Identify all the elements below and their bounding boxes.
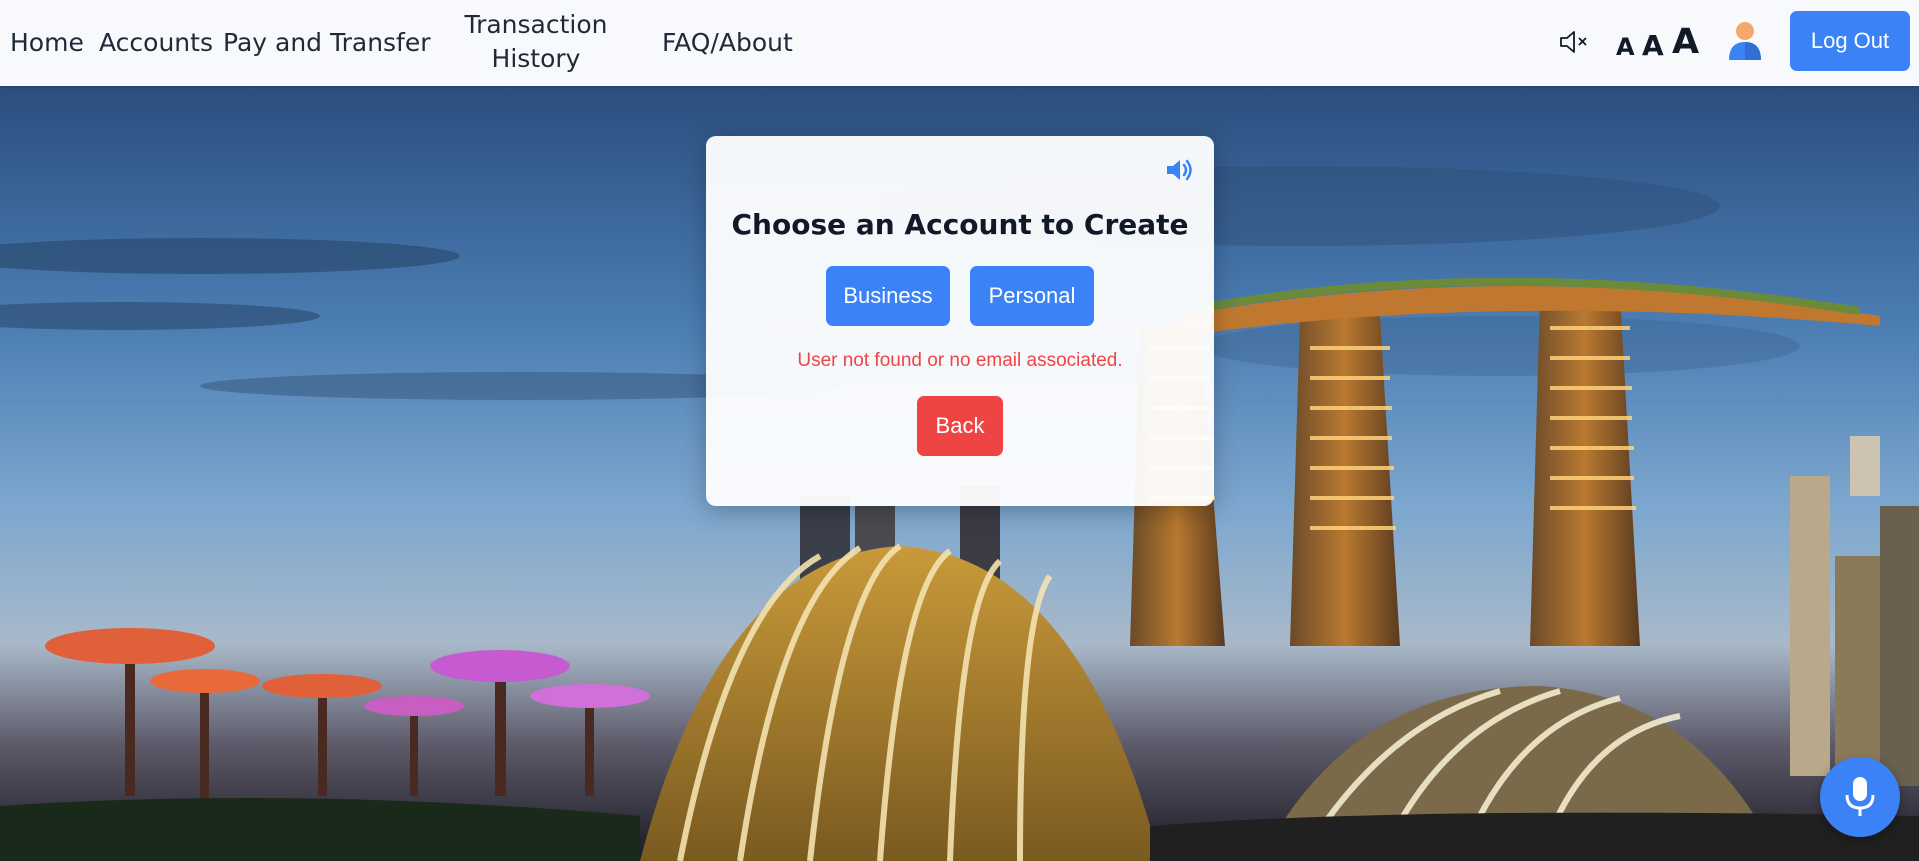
back-button[interactable]: Back xyxy=(917,396,1003,456)
create-account-modal: Choose an Account to Create Business Per… xyxy=(706,136,1214,506)
page: Home Accounts Pay and Transfer Transacti… xyxy=(0,0,1919,861)
nav-accounts[interactable]: Accounts xyxy=(99,26,213,60)
speaker-muted-icon[interactable] xyxy=(1557,27,1589,57)
nav-transaction-history[interactable]: Transaction History xyxy=(460,8,612,76)
nav-faq-about[interactable]: FAQ/About xyxy=(662,26,793,60)
microphone-button[interactable] xyxy=(1820,757,1900,837)
nav-transaction-history-line2: History xyxy=(491,44,581,73)
nav-home[interactable]: Home xyxy=(10,26,84,60)
user-avatar-icon[interactable] xyxy=(1727,20,1763,62)
font-size-medium-button[interactable]: A xyxy=(1642,29,1664,62)
font-size-small-button[interactable]: A xyxy=(1616,33,1635,61)
error-message: User not found or no email associated. xyxy=(797,350,1123,371)
log-out-button[interactable]: Log Out xyxy=(1790,11,1910,71)
personal-account-button[interactable]: Personal xyxy=(970,266,1094,326)
nav-transaction-history-line1: Transaction xyxy=(464,10,608,39)
microphone-icon xyxy=(1845,777,1875,816)
top-navbar: Home Accounts Pay and Transfer Transacti… xyxy=(0,0,1919,86)
font-size-large-button[interactable]: A xyxy=(1672,22,1699,62)
nav-pay-and-transfer[interactable]: Pay and Transfer xyxy=(223,26,431,60)
business-account-button[interactable]: Business xyxy=(826,266,950,326)
speaker-on-icon[interactable] xyxy=(1164,155,1196,185)
modal-title: Choose an Account to Create xyxy=(731,208,1189,241)
